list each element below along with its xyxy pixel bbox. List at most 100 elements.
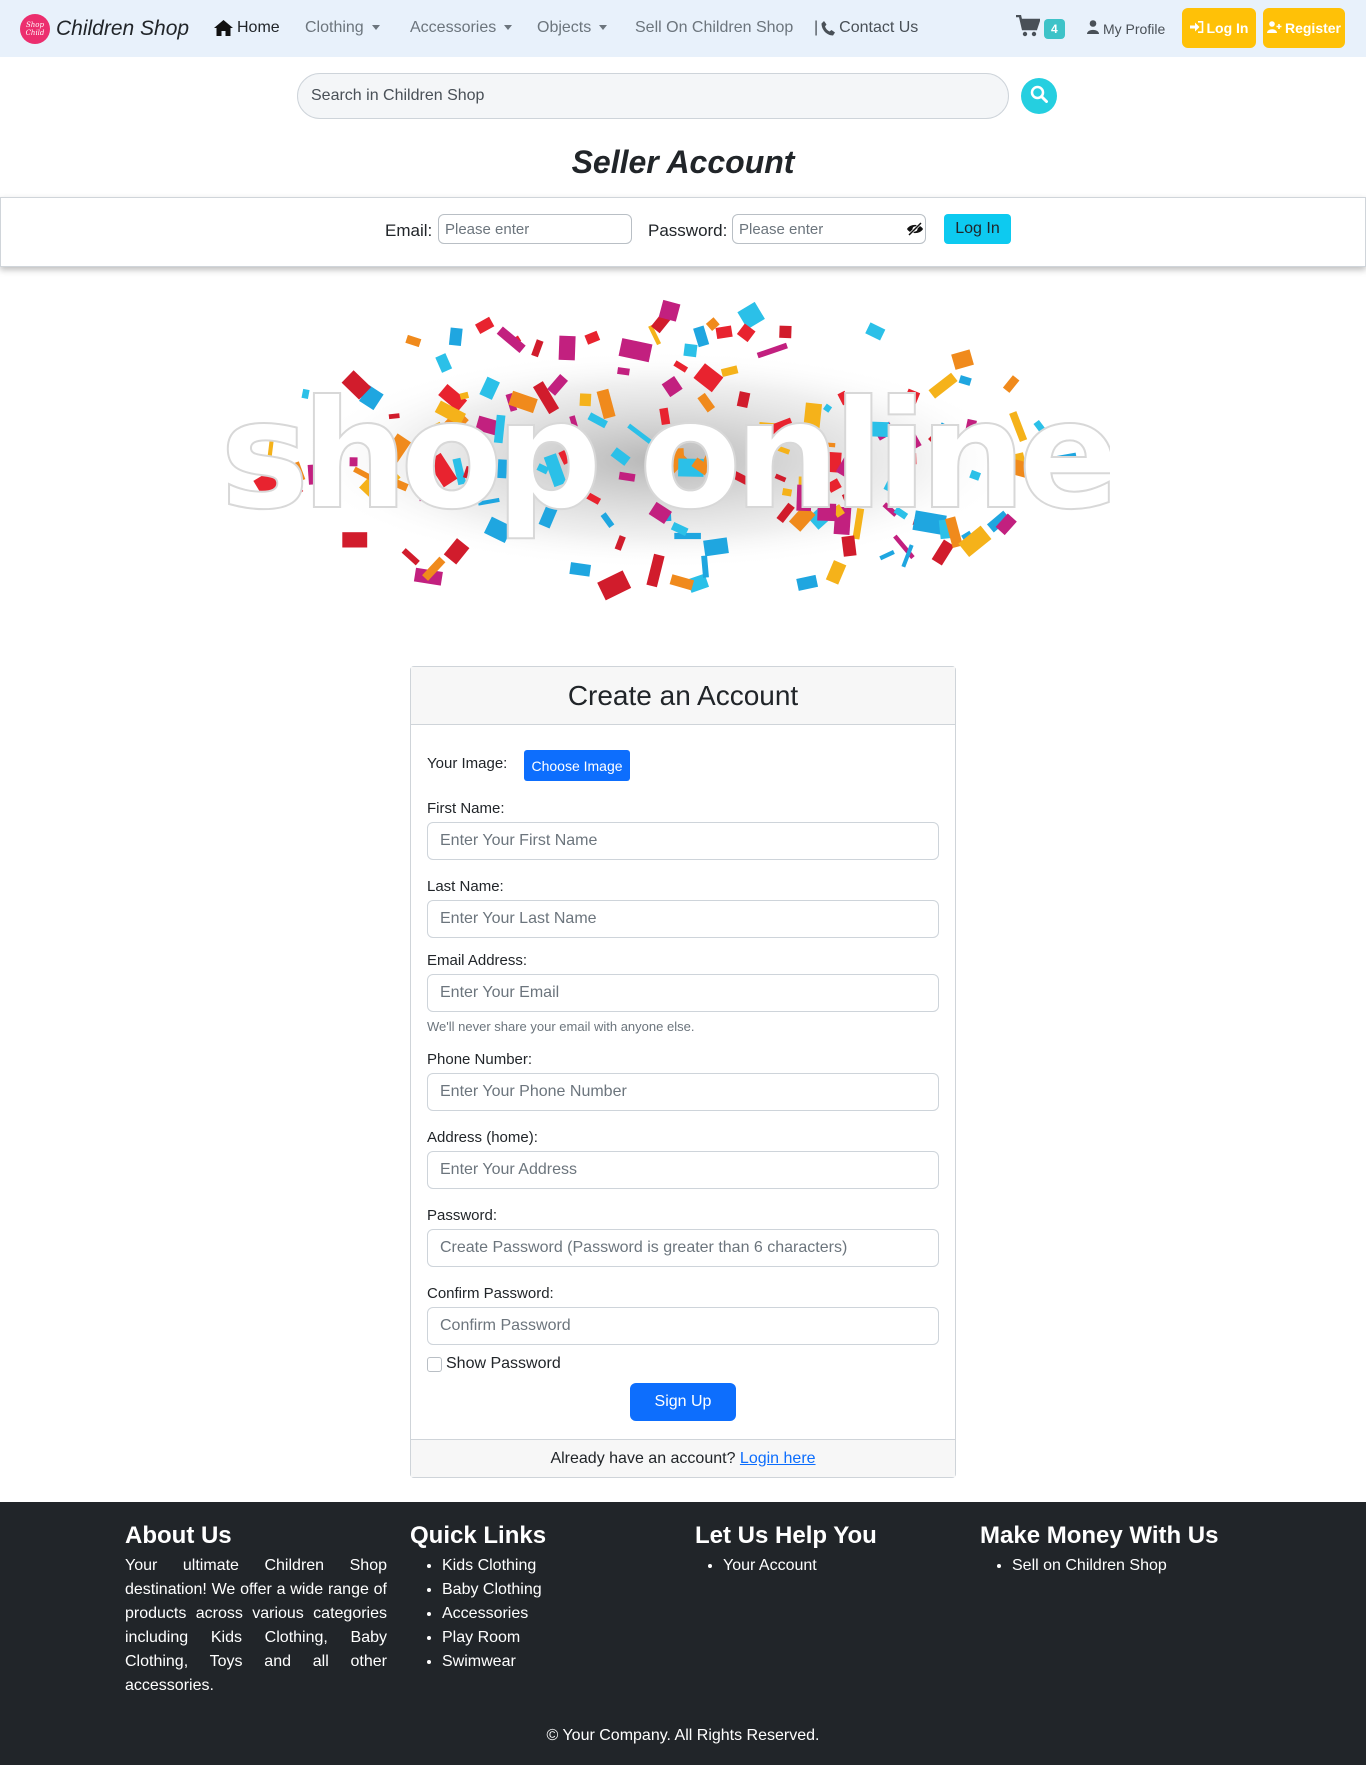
nav-contact-label: Contact Us [839,19,919,36]
brand-link[interactable]: Shop Child Children Shop [20,14,189,44]
show-password-checkbox[interactable] [427,1356,442,1372]
footer-link-swimwear[interactable]: Swimwear [442,1650,546,1674]
confetti-piece [669,574,695,591]
nav-clothing-label: Clothing [305,19,364,36]
confetti-piece [584,330,601,345]
confetti-piece [736,323,756,343]
footer-link-baby-clothing[interactable]: Baby Clothing [442,1578,546,1602]
address-input[interactable]: Enter Your Address [427,1151,939,1189]
confetti-piece [865,322,886,341]
phone-icon [821,20,836,36]
confetti-piece [796,574,819,591]
nav-clothing-dropdown[interactable]: Clothing [305,19,380,37]
cart-icon [1016,14,1041,42]
nav-sell[interactable]: Sell On Children Shop [635,19,793,37]
footer-quick-links: Quick Links Kids Clothing Baby Clothing … [410,1522,546,1674]
already-account-text: Already have an account? [550,1450,736,1467]
quick-links-list: Kids Clothing Baby Clothing Accessories … [410,1554,546,1674]
confirm-password-label: Confirm Password: [427,1285,554,1302]
email-label: Email Address: [427,952,528,969]
confetti-piece [693,325,710,348]
confetti-piece [737,301,765,330]
email-help-text: We'll never share your email with anyone… [427,1019,695,1034]
first-name-label: First Name: [427,800,505,817]
image-label: Your Image: [427,755,508,772]
phone-input[interactable]: Enter Your Phone Number [427,1073,939,1111]
seller-email-label: Email: [385,221,433,240]
confirm-password-input[interactable]: Confirm Password [427,1307,939,1345]
shop-online-banner: shop online [200,285,1110,625]
nav-objects-label: Objects [537,19,592,36]
chevron-down-icon [504,24,513,30]
register-label: Register [1284,20,1342,36]
confetti-piece [931,539,955,566]
cart-count-badge: 4 [1044,18,1065,39]
quick-links-title: Quick Links [410,1522,547,1549]
hero-text: shop online [220,369,1110,543]
seller-login-button[interactable]: Log In [944,214,1011,244]
choose-image-button[interactable]: Choose Image [524,750,630,781]
create-account-card: Create an Account Your Image: Choose Ima… [410,666,956,1478]
seller-email-input[interactable]: Please enter [438,214,632,244]
last-name-input[interactable]: Enter Your Last Name [427,900,939,938]
navbar: Shop Child Children Shop Home Clothing A… [0,0,1366,57]
first-name-input[interactable]: Enter Your First Name [427,822,939,860]
confetti-piece [683,343,698,358]
site-footer: About Us Your ultimate Children Shop des… [0,1502,1366,1765]
nav-home[interactable]: Home [214,19,280,37]
login-here-link[interactable]: Login here [740,1450,816,1467]
footer-link-accessories[interactable]: Accessories [442,1602,546,1626]
footer-link-your-account[interactable]: Your Account [723,1554,877,1578]
cart-button[interactable]: 4 [1016,14,1065,42]
nav-objects-dropdown[interactable]: Objects [537,19,608,37]
confetti-piece [597,570,632,601]
help-title: Let Us Help You [695,1522,877,1549]
about-text: Your ultimate Children Shop destination!… [125,1557,387,1694]
footer-make-money: Make Money With Us Sell on Children Shop [980,1522,1219,1578]
last-name-label: Last Name: [427,878,504,895]
user-icon [1087,20,1099,37]
confetti-piece [779,325,792,339]
confetti-piece [951,349,974,370]
nav-accessories-dropdown[interactable]: Accessories [410,19,513,37]
sign-up-button[interactable]: Sign Up [630,1383,736,1421]
help-links-list: Your Account [695,1554,877,1578]
copyright: © Your Company. All Rights Reserved. [546,1727,820,1744]
login-button[interactable]: Log In [1182,8,1256,48]
footer-about: About Us Your ultimate Children Shop des… [125,1522,387,1698]
email-input[interactable]: Enter Your Email [427,974,939,1012]
chevron-down-icon [599,24,608,30]
confetti-piece [448,327,463,346]
my-profile-label: My Profile [1103,20,1166,37]
register-button[interactable]: Register [1263,8,1345,48]
confetti-piece [401,548,420,566]
chevron-down-icon [371,24,380,30]
card-footer: Already have an account? Login here [411,1439,955,1477]
confetti-piece [531,339,544,358]
confetti-piece [405,334,422,348]
password-input[interactable]: Create Password (Password is greater tha… [427,1229,939,1267]
phone-label: Phone Number: [427,1051,533,1068]
confetti-piece [474,316,495,335]
nav-separator: | [814,19,819,36]
login-label: Log In [1206,20,1249,36]
eye-slash-icon[interactable] [906,221,924,241]
footer-link-sell[interactable]: Sell on Children Shop [1012,1554,1219,1578]
my-profile-link[interactable]: My Profile [1087,20,1165,37]
seller-account-title: Seller Account [571,144,795,180]
show-password-label: Show Password [446,1355,561,1372]
seller-password-input[interactable]: Please enter [732,214,926,244]
search-button[interactable] [1021,78,1057,114]
money-links-list: Sell on Children Shop [980,1554,1219,1578]
confetti-piece [715,325,733,340]
show-password-toggle[interactable]: Show Password [427,1355,561,1373]
search-input[interactable]: Search in Children Shop [297,73,1009,119]
nav-contact[interactable]: | Contact Us [814,19,918,37]
nav-sell-label: Sell On Children Shop [635,19,794,36]
search-icon [1030,85,1048,108]
sign-in-icon [1189,20,1204,36]
footer-link-play-room[interactable]: Play Room [442,1626,546,1650]
confetti-piece [879,550,895,561]
about-title: About Us [125,1522,232,1549]
footer-link-kids-clothing[interactable]: Kids Clothing [442,1554,546,1578]
